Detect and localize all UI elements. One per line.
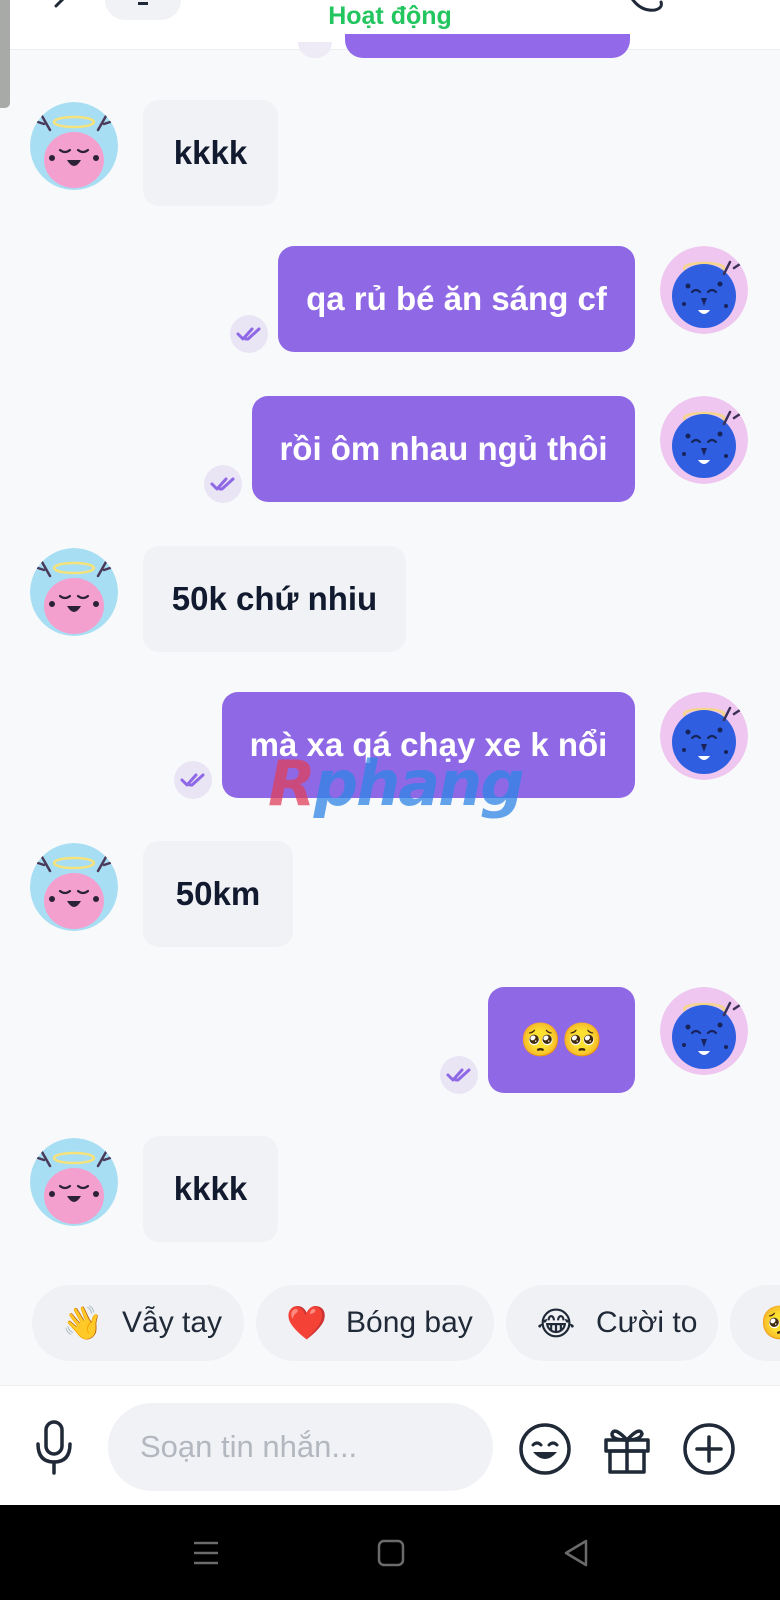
message-bubble[interactable]: 50k chứ nhiu xyxy=(143,546,406,652)
my-avatar[interactable] xyxy=(660,396,748,484)
phone-icon[interactable] xyxy=(625,0,665,14)
quick-reaction-laugh[interactable]: 😂 Cười to xyxy=(506,1285,718,1361)
emoji-icon[interactable] xyxy=(518,1422,572,1476)
message-bubble[interactable]: qa rủ bé ăn sáng cf xyxy=(278,246,635,352)
system-navigation-bar xyxy=(0,1505,780,1600)
quick-reaction-wave[interactable]: 👋 Vẫy tay xyxy=(32,1285,244,1361)
message-bubble[interactable]: kkkk xyxy=(143,1136,278,1242)
message-input[interactable] xyxy=(108,1403,493,1491)
watermark-logo: Rphang xyxy=(268,747,525,820)
laughing-face-icon: 😂 xyxy=(536,1304,576,1342)
plus-circle-icon[interactable] xyxy=(682,1422,736,1476)
microphone-icon[interactable] xyxy=(32,1420,76,1476)
back-icon[interactable] xyxy=(558,1535,594,1571)
message-bubble[interactable]: 🥺🥺 xyxy=(488,987,635,1093)
contact-avatar[interactable] xyxy=(30,843,118,931)
double-check-icon xyxy=(230,315,268,353)
double-check-icon xyxy=(440,1056,478,1094)
quick-reaction-label: Vẫy tay xyxy=(122,1306,223,1339)
pleading-face-icon: 🥺 xyxy=(760,1304,780,1343)
waving-hand-icon: 👋 xyxy=(62,1303,104,1341)
heart-icon: ❤️ xyxy=(286,1303,328,1341)
my-avatar[interactable] xyxy=(660,246,748,334)
my-avatar[interactable] xyxy=(660,987,748,1075)
contact-avatar[interactable] xyxy=(30,102,118,190)
message-bubble[interactable]: kkkk xyxy=(143,100,278,206)
contact-avatar[interactable] xyxy=(30,1138,118,1226)
contact-avatar[interactable] xyxy=(30,548,118,636)
quick-reaction-pleading[interactable]: 🥺 xyxy=(730,1285,780,1361)
message-bubble[interactable]: rồi ôm nhau ngủ thôi xyxy=(252,396,635,502)
quick-reaction-label: Bóng bay xyxy=(346,1306,473,1339)
quick-reaction-balloon[interactable]: ❤️ Bóng bay xyxy=(256,1285,494,1361)
message-bubble[interactable]: 50km xyxy=(143,841,293,947)
my-avatar[interactable] xyxy=(660,692,748,780)
message-list[interactable]: kkkk qa rủ bé ăn sáng cf rồi ôm nhau ngủ… xyxy=(0,50,780,1285)
quick-reaction-label: Cười to xyxy=(596,1306,698,1339)
home-icon[interactable] xyxy=(373,1535,409,1571)
gift-icon[interactable] xyxy=(600,1422,654,1476)
recent-apps-icon[interactable] xyxy=(188,1535,224,1571)
message-composer xyxy=(0,1385,780,1505)
quick-reaction-bar[interactable]: 👋 Vẫy tay ❤️ Bóng bay 😂 Cười to 🥺 xyxy=(0,1285,780,1365)
double-check-icon xyxy=(174,761,212,799)
double-check-icon xyxy=(204,465,242,503)
